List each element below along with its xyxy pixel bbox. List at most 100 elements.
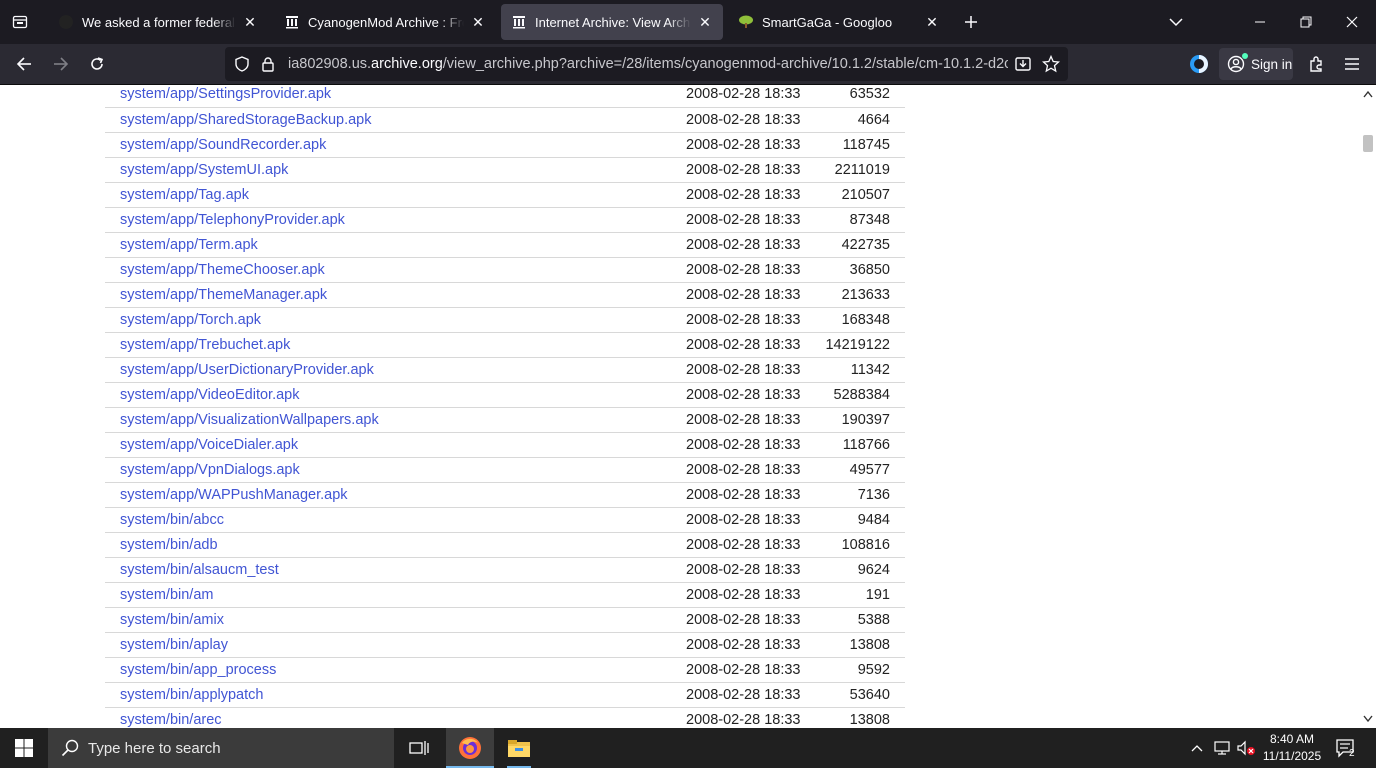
file-link[interactable]: system/bin/am xyxy=(120,587,213,603)
file-size-cell: 108816 xyxy=(800,532,905,558)
list-all-tabs-icon[interactable] xyxy=(1156,8,1196,36)
file-link[interactable]: system/app/VpnDialogs.apk xyxy=(120,462,300,478)
archive-file-table: system/app/SettingsProvider.apk 2008-02-2… xyxy=(105,85,905,728)
file-date-cell: 2008-02-28 18:33 xyxy=(670,382,801,408)
close-tab-icon[interactable]: ✕ xyxy=(697,14,713,30)
tab-smartgaga[interactable]: SmartGaGa - Googloo ✕ xyxy=(728,4,950,40)
lock-icon[interactable] xyxy=(259,55,277,73)
close-tab-icon[interactable]: ✕ xyxy=(470,14,486,30)
file-link[interactable]: system/app/VoiceDialer.apk xyxy=(120,437,298,453)
file-name-cell: system/bin/arec xyxy=(105,707,670,728)
show-hidden-icons[interactable] xyxy=(1187,728,1207,768)
file-name-cell: system/app/SoundRecorder.apk xyxy=(105,132,670,158)
scroll-down-icon[interactable] xyxy=(1362,713,1374,725)
file-size-cell: 118766 xyxy=(800,432,905,458)
file-date-cell: 2008-02-28 18:33 xyxy=(670,207,801,233)
task-view-icon[interactable] xyxy=(395,728,443,768)
vertical-scrollbar[interactable] xyxy=(1360,85,1376,728)
file-link[interactable]: system/app/WAPPushManager.apk xyxy=(120,487,348,503)
taskbar-clock[interactable]: 8:40 AM 11/11/2025 xyxy=(1254,731,1330,765)
file-size-cell: 210507 xyxy=(800,182,905,208)
network-icon[interactable] xyxy=(1210,728,1234,768)
file-link[interactable]: system/app/ThemeManager.apk xyxy=(120,287,327,303)
download-page-icon[interactable] xyxy=(1014,55,1032,73)
file-link[interactable]: system/app/SoundRecorder.apk xyxy=(120,137,326,153)
notification-center-icon[interactable]: 2 xyxy=(1332,728,1360,768)
taskbar-search-box[interactable]: Type here to search xyxy=(48,728,394,768)
file-name-cell: system/app/SystemUI.apk xyxy=(105,157,670,183)
file-link[interactable]: system/bin/adb xyxy=(120,537,218,553)
table-row: system/app/TelephonyProvider.apk 2008-02-… xyxy=(105,207,905,233)
url-text[interactable]: ia802908.us.archive.org/view_archive.php… xyxy=(288,56,1008,72)
file-link[interactable]: system/bin/arec xyxy=(120,712,222,728)
file-link[interactable]: system/bin/applypatch xyxy=(120,687,263,703)
minimize-icon[interactable] xyxy=(1240,8,1280,36)
file-link[interactable]: system/app/TelephonyProvider.apk xyxy=(120,212,345,228)
tracking-protection-icon[interactable] xyxy=(233,55,251,73)
file-link[interactable]: system/bin/alsaucm_test xyxy=(120,562,279,578)
restore-icon[interactable] xyxy=(1286,8,1326,36)
table-row: system/app/ThemeChooser.apk 2008-02-28 18… xyxy=(105,257,905,283)
forward-icon[interactable] xyxy=(47,50,75,78)
url-bar[interactable]: ia802908.us.archive.org/view_archive.php… xyxy=(225,47,1068,81)
file-size-cell: 4664 xyxy=(800,107,905,133)
reload-icon[interactable] xyxy=(83,50,111,78)
file-link[interactable]: system/app/SystemUI.apk xyxy=(120,162,288,178)
file-link[interactable]: system/app/VideoEditor.apk xyxy=(120,387,299,403)
table-row: system/app/VisualizationWallpapers.apk 20… xyxy=(105,407,905,433)
table-row: system/app/VideoEditor.apk 2008-02-28 18:… xyxy=(105,382,905,408)
sign-in-button[interactable]: Sign in xyxy=(1219,48,1293,80)
file-name-cell: system/app/WAPPushManager.apk xyxy=(105,482,670,508)
file-link[interactable]: system/app/SharedStorageBackup.apk xyxy=(120,112,371,128)
new-tab-icon[interactable] xyxy=(958,10,984,34)
vpn-icon[interactable] xyxy=(1185,50,1213,78)
file-name-cell: system/app/VpnDialogs.apk xyxy=(105,457,670,483)
file-size-cell: 63532 xyxy=(800,85,905,108)
file-link[interactable]: system/app/UserDictionaryProvider.apk xyxy=(120,362,374,378)
tab-federal-agent[interactable]: We asked a former federal agent ✕ xyxy=(48,4,268,40)
file-link[interactable]: system/bin/abcc xyxy=(120,512,224,528)
windows-start-icon[interactable] xyxy=(0,728,48,768)
table-row: system/app/UserDictionaryProvider.apk 200… xyxy=(105,357,905,383)
table-row: system/bin/adb 2008-02-28 18:33 108816 xyxy=(105,532,905,558)
file-size-cell: 5388 xyxy=(800,607,905,633)
tab-view-archive[interactable]: Internet Archive: View Archive ✕ xyxy=(501,4,723,40)
file-link[interactable]: system/app/Term.apk xyxy=(120,237,258,253)
close-window-icon[interactable] xyxy=(1332,8,1372,36)
file-link[interactable]: system/app/VisualizationWallpapers.apk xyxy=(120,412,379,428)
extensions-icon[interactable] xyxy=(1302,50,1330,78)
tab-cyanogenmod-archive[interactable]: CyanogenMod Archive : Free Download ✕ xyxy=(274,4,496,40)
table-row: system/bin/applypatch 2008-02-28 18:33 536… xyxy=(105,682,905,708)
file-name-cell: system/bin/app_process xyxy=(105,657,670,683)
tab-title: We asked a former federal agent xyxy=(82,14,236,30)
file-link[interactable]: system/app/Tag.apk xyxy=(120,187,249,203)
file-size-cell: 213633 xyxy=(800,282,905,308)
file-link[interactable]: system/app/SettingsProvider.apk xyxy=(120,86,331,102)
file-name-cell: system/app/Torch.apk xyxy=(105,307,670,333)
scrollbar-thumb[interactable] xyxy=(1363,135,1373,152)
file-link[interactable]: system/bin/aplay xyxy=(120,637,228,653)
tree-favicon-icon xyxy=(738,14,754,30)
file-link[interactable]: system/bin/app_process xyxy=(120,662,276,678)
table-row: system/app/ThemeManager.apk 2008-02-28 18… xyxy=(105,282,905,308)
close-tab-icon[interactable]: ✕ xyxy=(924,14,940,30)
file-date-cell: 2008-02-28 18:33 xyxy=(670,432,801,458)
file-size-cell: 49577 xyxy=(800,457,905,483)
file-link[interactable]: system/bin/amix xyxy=(120,612,224,628)
firefox-taskbar-icon[interactable] xyxy=(446,728,494,768)
bookmark-star-icon[interactable] xyxy=(1042,55,1060,73)
back-icon[interactable] xyxy=(10,50,38,78)
file-date-cell: 2008-02-28 18:33 xyxy=(670,632,801,658)
file-size-cell: 14219122 xyxy=(800,332,905,358)
firefox-view-icon[interactable] xyxy=(8,10,32,34)
file-link[interactable]: system/app/Trebuchet.apk xyxy=(120,337,290,353)
file-size-cell: 11342 xyxy=(800,357,905,383)
file-explorer-icon[interactable] xyxy=(495,728,543,768)
table-row: system/app/Torch.apk 2008-02-28 18:33 1683… xyxy=(105,307,905,333)
file-link[interactable]: system/app/ThemeChooser.apk xyxy=(120,262,325,278)
close-tab-icon[interactable]: ✕ xyxy=(242,14,258,30)
file-link[interactable]: system/app/Torch.apk xyxy=(120,312,261,328)
scroll-up-icon[interactable] xyxy=(1362,88,1374,100)
file-date-cell: 2008-02-28 18:33 xyxy=(670,157,801,183)
menu-icon[interactable] xyxy=(1338,50,1366,78)
